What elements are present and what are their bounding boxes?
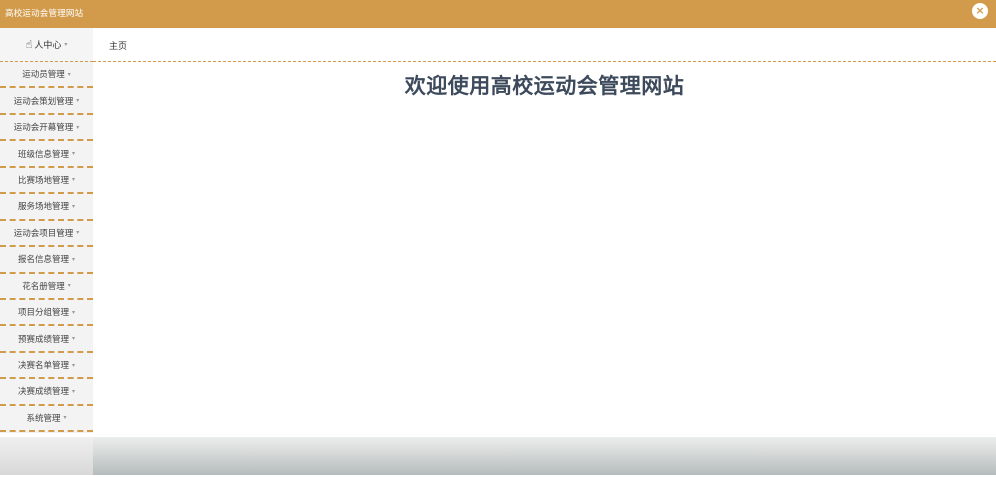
breadcrumb: 主页 [93,28,996,62]
breadcrumb-home[interactable]: 主页 [109,39,127,52]
app-title: 高校运动会管理网站 [5,9,84,19]
sidebar-item-label: 运动会策划管理 [13,96,74,107]
chevron-down-icon: ▾ [67,70,71,78]
sidebar-item-registration[interactable]: 报名信息管理 ▾ [0,247,93,274]
sidebar-item-label: 预赛成绩管理 [17,334,69,345]
top-bar: 高校运动会管理网站 × [0,0,996,28]
sidebar-item-label: 报名信息管理 [17,255,69,266]
chevron-down-icon: ▾ [72,255,76,263]
chevron-down-icon: ▾ [63,414,67,422]
sidebar-item-label: 决赛成绩管理 [17,387,69,398]
chevron-down-icon: ▾ [72,387,76,395]
welcome-heading: 欢迎使用高校运动会管理网站 [404,74,685,98]
sidebar-item-label: 项目分组管理 [17,308,69,319]
chevron-down-icon: ▾ [72,335,76,343]
chevron-down-icon: ▾ [67,282,71,290]
sidebar-item-prelim-results[interactable]: 预赛成绩管理 ▾ [0,326,93,353]
sidebar-item-grouping[interactable]: 项目分组管理 ▾ [0,299,93,327]
user-center-menu[interactable]: ☝ 人中心 ▾ [0,28,93,62]
chevron-down-icon: ▾ [76,123,80,131]
chevron-down-icon: ▾ [72,202,76,210]
sidebar-item-class-info[interactable]: 班级信息管理 ▾ [0,141,93,168]
sidebar-item-label: 班级信息管理 [17,149,69,160]
sidebar-item-label: 运动员管理 [22,70,65,81]
hand-pointer-icon: ☝ [25,38,33,51]
sidebar-item-label: 决赛名单管理 [17,361,69,372]
sidebar-item-opening[interactable]: 运动会开幕管理 ▾ [0,114,93,142]
user-center-label: 人中心 [34,41,62,51]
sidebar-item-competition-venue[interactable]: 比赛场地管理 ▾ [0,167,93,195]
sidebar-item-service-venue[interactable]: 服务场地管理 ▾ [0,194,93,221]
chevron-down-icon: ▾ [72,176,76,184]
sidebar-item-final-results[interactable]: 决赛成绩管理 ▾ [0,379,93,406]
sidebar-item-planning[interactable]: 运动会策划管理 ▾ [0,88,93,115]
sidebar-item-label: 比赛场地管理 [17,175,69,186]
chevron-down-icon: ▾ [76,97,80,105]
sidebar-item-label: 花名册管理 [22,281,65,292]
chevron-down-icon: ▾ [64,41,68,48]
sidebar-item-system[interactable]: 系统管理 ▾ [0,405,93,433]
sidebar-item-finalists[interactable]: 决赛名单管理 ▾ [0,352,93,380]
sidebar-item-roster[interactable]: 花名册管理 ▾ [0,273,93,300]
sidebar-item-label: 运动会项目管理 [13,228,74,239]
sidebar: ☝ 人中心 ▾ 运动员管理 ▾ 运动会策划管理 ▾ 运动会开幕管理 ▾ 班级信息… [0,28,93,433]
chevron-down-icon: ▾ [72,150,76,158]
close-icon[interactable]: × [972,3,988,19]
sidebar-item-athletes[interactable]: 运动员管理 ▾ [0,62,93,89]
sidebar-item-label: 系统管理 [26,413,61,424]
chevron-down-icon: ▾ [76,229,80,237]
sidebar-item-events[interactable]: 运动会项目管理 ▾ [0,220,93,248]
sidebar-item-label: 服务场地管理 [17,202,69,213]
footer-bar [93,437,996,475]
chevron-down-icon: ▾ [72,361,76,369]
sidebar-item-label: 运动会开幕管理 [13,123,74,134]
chevron-down-icon: ▾ [72,308,76,316]
footer-left [0,437,93,475]
